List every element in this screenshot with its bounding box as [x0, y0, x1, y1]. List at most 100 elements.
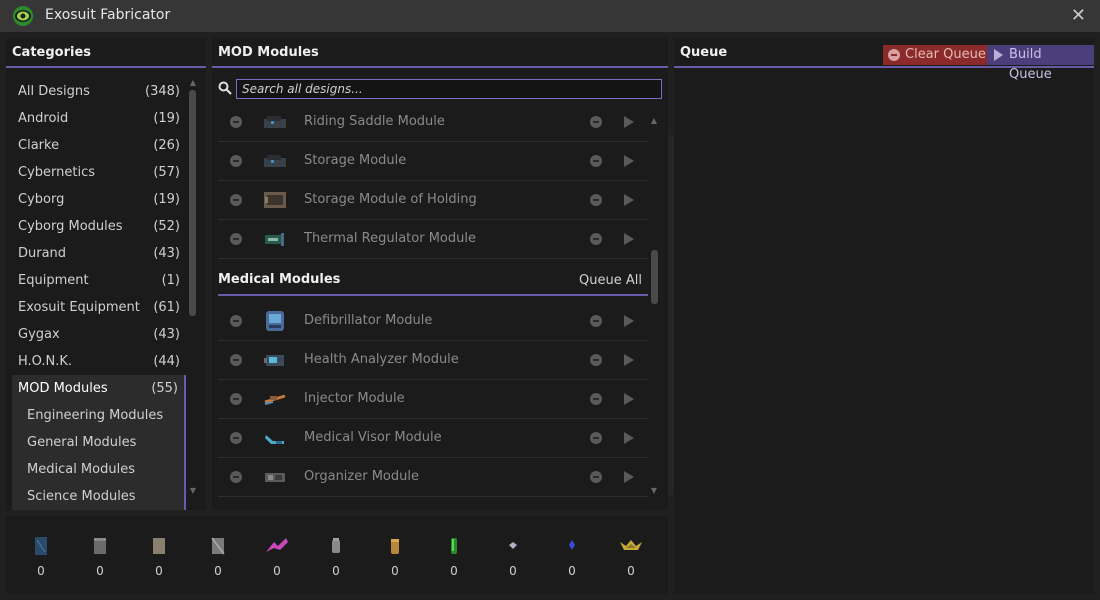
- decrement-icon[interactable]: [230, 155, 242, 167]
- build-queue-button[interactable]: Build Queue: [987, 45, 1094, 82]
- material-count: 0: [332, 564, 340, 578]
- decrement-icon[interactable]: [230, 315, 242, 327]
- material-item[interactable]: 0: [321, 536, 351, 580]
- subcategory-item[interactable]: Medical Modules: [12, 456, 184, 483]
- category-item[interactable]: Cybernetics (57): [12, 159, 186, 186]
- category-item[interactable]: All Designs (348): [12, 78, 186, 105]
- organizer-module-icon: [265, 473, 285, 482]
- decrement-icon[interactable]: [230, 233, 242, 245]
- clear-queue-button[interactable]: Clear Queue: [883, 45, 992, 65]
- build-play-icon[interactable]: [624, 233, 634, 245]
- module-name[interactable]: Defibrillator Module: [304, 313, 432, 328]
- category-item[interactable]: Exosuit Equipment (61): [12, 294, 186, 321]
- material-count: 0: [391, 564, 399, 578]
- module-row: Riding Saddle Module: [218, 103, 648, 142]
- section-header-medical: Medical Modules Queue All: [218, 268, 648, 296]
- build-play-icon[interactable]: [624, 194, 634, 206]
- module-name[interactable]: Thermal Regulator Module: [304, 231, 476, 246]
- titanium-icon: [332, 538, 340, 553]
- remove-icon[interactable]: [590, 354, 602, 366]
- scroll-up-icon[interactable]: ▲: [188, 78, 198, 87]
- material-item[interactable]: 0: [498, 536, 528, 580]
- decrement-icon[interactable]: [230, 432, 242, 444]
- material-item[interactable]: 0: [203, 536, 233, 580]
- remove-icon[interactable]: [590, 233, 602, 245]
- remove-icon[interactable]: [590, 393, 602, 405]
- search-input[interactable]: [236, 79, 662, 99]
- modules-panel: MOD Modules Riding Saddle Module Storage…: [212, 38, 668, 510]
- module-name[interactable]: Medical Visor Module: [304, 430, 442, 445]
- module-name[interactable]: Storage Module: [304, 153, 406, 168]
- material-item[interactable]: 0: [439, 536, 469, 580]
- subcategory-item[interactable]: General Modules: [12, 429, 184, 456]
- module-name[interactable]: Health Analyzer Module: [304, 352, 459, 367]
- analyzer-module-icon: [264, 355, 284, 366]
- categories-header: Categories: [6, 38, 206, 68]
- build-play-icon[interactable]: [624, 315, 634, 327]
- category-item[interactable]: Durand (43): [12, 240, 186, 267]
- bananium-icon: [266, 538, 288, 552]
- close-icon[interactable]: ✕: [1071, 6, 1086, 26]
- material-item[interactable]: 0: [85, 536, 115, 580]
- build-play-icon[interactable]: [624, 471, 634, 483]
- material-item[interactable]: 0: [262, 536, 292, 580]
- remove-icon[interactable]: [590, 116, 602, 128]
- module-row: Medical Visor Module: [218, 419, 648, 458]
- scroll-up-icon[interactable]: ▲: [649, 116, 659, 125]
- build-play-icon[interactable]: [624, 116, 634, 128]
- decrement-icon[interactable]: [230, 393, 242, 405]
- build-play-icon[interactable]: [624, 354, 634, 366]
- category-item-mod-modules[interactable]: MOD Modules (55): [12, 375, 186, 402]
- module-row: Health Analyzer Module: [218, 341, 648, 380]
- decrement-icon[interactable]: [230, 116, 242, 128]
- material-item[interactable]: 0: [26, 536, 56, 580]
- scroll-down-icon[interactable]: ▼: [188, 486, 198, 495]
- build-play-icon[interactable]: [624, 155, 634, 167]
- queue-title: Queue: [680, 45, 728, 60]
- material-count: 0: [450, 564, 458, 578]
- material-item[interactable]: 0: [616, 536, 646, 580]
- module-name[interactable]: Riding Saddle Module: [304, 114, 445, 129]
- gold-bar-icon: [391, 539, 399, 554]
- decrement-icon[interactable]: [230, 471, 242, 483]
- visor-module-icon: [265, 435, 284, 444]
- build-play-icon[interactable]: [624, 432, 634, 444]
- material-count: 0: [214, 564, 222, 578]
- remove-icon[interactable]: [590, 155, 602, 167]
- modules-scrollbar[interactable]: [651, 250, 658, 304]
- remove-icon[interactable]: [590, 471, 602, 483]
- queue-panel: Queue Clear Queue Build Queue: [674, 38, 1094, 594]
- category-item[interactable]: Gygax (43): [12, 321, 186, 348]
- queue-all-button[interactable]: Queue All: [579, 273, 642, 288]
- decrement-icon[interactable]: [230, 194, 242, 206]
- material-item[interactable]: 0: [144, 536, 174, 580]
- material-item[interactable]: 0: [380, 536, 410, 580]
- category-item[interactable]: Android (19): [12, 105, 186, 132]
- module-name[interactable]: Organizer Module: [304, 469, 419, 484]
- module-name[interactable]: Storage Module of Holding: [304, 192, 477, 207]
- module-row: Defibrillator Module: [218, 302, 648, 341]
- categories-scrollbar[interactable]: [189, 90, 196, 316]
- decrement-icon[interactable]: [230, 354, 242, 366]
- category-item[interactable]: Cyborg Modules (52): [12, 213, 186, 240]
- category-item[interactable]: Cyborg (19): [12, 186, 186, 213]
- injector-module-icon: [264, 394, 286, 405]
- category-item[interactable]: Equipment (1): [12, 267, 186, 294]
- play-icon: [994, 49, 1003, 61]
- subcategory-item[interactable]: Science Modules: [12, 483, 184, 510]
- modules-header: MOD Modules: [212, 38, 668, 68]
- category-item[interactable]: Clarke (26): [12, 132, 186, 159]
- module-name[interactable]: Injector Module: [304, 391, 405, 406]
- plasma-icon: [620, 540, 642, 550]
- material-item[interactable]: 0: [557, 536, 587, 580]
- remove-icon[interactable]: [590, 194, 602, 206]
- categories-panel: Categories All Designs (348) Android (19) …: [6, 38, 206, 510]
- subcategory-item[interactable]: Engineering Modules: [12, 402, 184, 429]
- category-item[interactable]: H.O.N.K. (44): [12, 348, 186, 375]
- saddle-module-icon: [264, 116, 286, 128]
- remove-icon[interactable]: [590, 315, 602, 327]
- search-icon: [218, 81, 232, 95]
- remove-icon[interactable]: [590, 432, 602, 444]
- build-play-icon[interactable]: [624, 393, 634, 405]
- scroll-down-icon[interactable]: ▼: [649, 486, 659, 495]
